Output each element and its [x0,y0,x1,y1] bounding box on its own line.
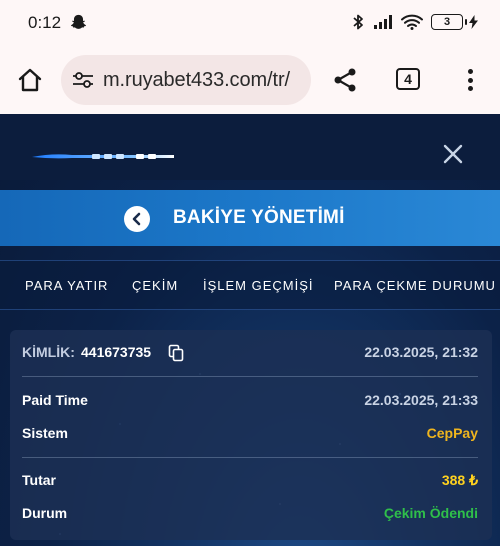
site-header [0,114,500,180]
share-icon[interactable] [331,66,359,94]
amount-value: 388 ₺ [441,472,478,488]
paid-time-row: Paid Time 22.03.2025, 21:33 [22,392,478,412]
tabs-icon[interactable]: 4 [396,68,420,90]
transaction-created-at: 22.03.2025, 21:32 [364,344,478,360]
divider [22,457,478,458]
paid-time-label: Paid Time [22,392,88,408]
battery-level: 3 [431,14,463,30]
url-text[interactable]: m.ruyabet433.com/tr/ [103,69,290,92]
transaction-id-row: KİMLİK: 441673735 22.03.2025, 21:32 [22,344,478,364]
tab-transaction-history[interactable]: İŞLEM GEÇMİŞİ [203,278,314,293]
site-settings-icon[interactable] [72,71,94,89]
status-icons: 3 [351,13,478,31]
battery-icon: 3 [431,14,478,30]
tab-withdrawal-status[interactable]: PARA ÇEKME DURUMU [334,278,496,293]
back-button[interactable] [124,206,150,232]
charging-bolt-icon [469,15,478,29]
close-icon[interactable] [441,142,465,166]
more-menu-icon[interactable] [460,66,480,94]
status-label: Durum [22,505,68,521]
system-value: CepPay [426,425,478,441]
signal-icon [374,15,392,29]
system-row: Sistem CepPay [22,425,478,445]
transaction-id-label: KİMLİK: [22,344,75,360]
chevron-left-icon [132,212,141,226]
transaction-id-value: 441673735 [81,344,152,360]
amount-label: Tutar [22,472,56,488]
wifi-icon [401,14,423,30]
page-title: BAKİYE YÖNETİMİ [173,207,345,228]
divider [22,376,478,377]
site-logo[interactable] [32,152,174,160]
status-bar: 0:12 3 [0,0,500,46]
amount-row: Tutar 388 ₺ [22,472,478,492]
status-time: 0:12 [28,13,62,32]
paid-time-value: 22.03.2025, 21:33 [364,392,478,408]
tab-withdraw[interactable]: ÇEKİM [132,278,178,293]
bluetooth-icon [353,14,363,30]
snapchat-ghost-icon [71,14,86,29]
balance-tabs: PARA YATIR ÇEKİM İŞLEM GEÇMİŞİ PARA ÇEKM… [0,260,500,310]
address-bar[interactable]: m.ruyabet433.com/tr/ [61,55,311,105]
page-title-band: BAKİYE YÖNETİMİ [0,190,500,246]
system-label: Sistem [22,425,68,441]
home-icon[interactable] [16,66,44,94]
status-badge: Çekim Ödendi [383,505,478,521]
tab-deposit[interactable]: PARA YATIR [25,278,108,293]
copy-icon[interactable] [168,344,184,362]
status-row: Durum Çekim Ödendi [22,505,478,525]
browser-toolbar: m.ruyabet433.com/tr/ 4 [0,46,500,114]
transaction-card-content: KİMLİK: 441673735 22.03.2025, 21:32 Paid… [10,330,492,540]
